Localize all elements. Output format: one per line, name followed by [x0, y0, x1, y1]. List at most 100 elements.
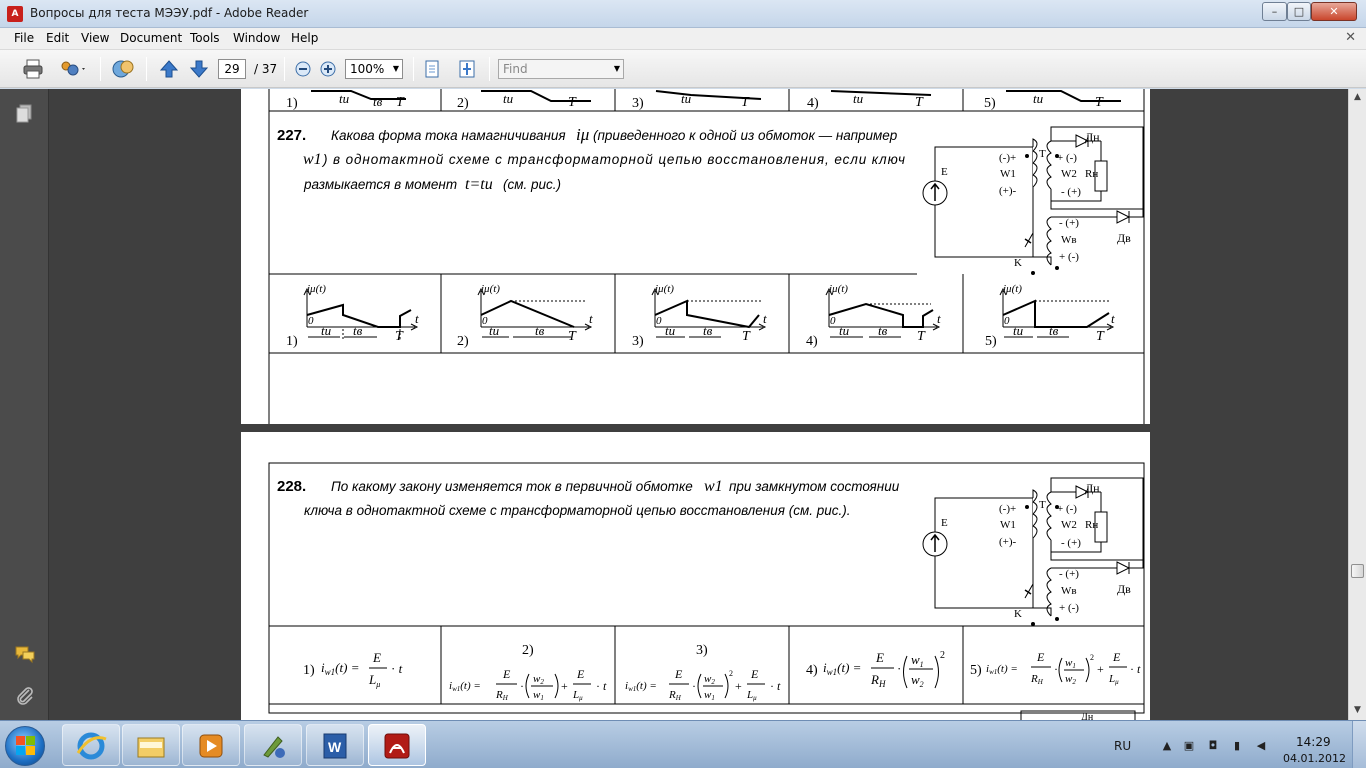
menu-edit[interactable]: Edit [46, 31, 69, 45]
start-button[interactable] [5, 726, 45, 766]
network-icon[interactable]: ▮ [1230, 739, 1244, 753]
graph5-ylabel: iμ(t) [1003, 283, 1022, 295]
zoom-select[interactable]: 100% ▼ [345, 59, 403, 79]
formula-1-den: Lμ [368, 672, 380, 689]
media-player-icon[interactable] [182, 724, 240, 766]
maximize-button[interactable]: □ [1287, 2, 1311, 21]
graph2-tu: tu [489, 323, 500, 338]
page-number-input[interactable]: 29 [218, 59, 246, 79]
svg-text:· t: · t [596, 679, 607, 693]
scroll-up-icon[interactable]: ▲ [1349, 89, 1366, 106]
word-icon[interactable]: W [306, 724, 364, 766]
scroll-thumb[interactable] [1351, 564, 1364, 578]
formula-1-t: · t [391, 661, 403, 676]
show-desktop-button[interactable] [1352, 721, 1366, 768]
zoom-out-icon[interactable] [292, 58, 314, 80]
svg-text:RH: RH [495, 689, 509, 702]
zoom-in-icon[interactable] [317, 58, 339, 80]
circuit-W1: W1 [1000, 168, 1016, 180]
circuit-w2-top: + (-) [1057, 152, 1077, 164]
find-placeholder: Find [503, 62, 528, 76]
pages-icon[interactable] [14, 103, 36, 125]
svg-text:E: E [576, 667, 585, 681]
action-center-icon[interactable]: ▣ [1182, 739, 1196, 753]
language-indicator[interactable]: RU [1114, 739, 1131, 753]
menu-view[interactable]: View [81, 31, 109, 45]
share-icon[interactable] [58, 58, 85, 80]
graph3-zero: 0 [656, 315, 662, 327]
menu-file[interactable]: File [14, 31, 34, 45]
q227-line1-b: (приведенного к одной из обмоток — напри… [593, 128, 898, 143]
print-icon[interactable] [22, 58, 44, 80]
svg-text:+: + [735, 679, 742, 693]
option-2-label: 2) [457, 334, 469, 349]
prev-tu-3: tu [681, 91, 692, 106]
window-title-bar[interactable]: A Вопросы для теста МЭЭУ.pdf - Adobe Rea… [0, 0, 1366, 28]
circuit-Rn: Rн [1085, 168, 1098, 180]
svg-text:w1: w1 [533, 689, 544, 702]
fit-page-icon[interactable] [456, 58, 478, 80]
graph5-tu: tu [1013, 323, 1024, 338]
question-227-number: 227. [277, 127, 306, 144]
circuit2-w2-top: + (-) [1057, 503, 1077, 515]
vertical-scrollbar[interactable]: ▲ ▼ [1348, 89, 1366, 720]
prev-tv-1: tв [373, 94, 383, 109]
page-total: / 37 [254, 62, 278, 76]
menu-window[interactable]: Window [233, 31, 280, 45]
svg-text:·: · [520, 679, 524, 693]
document-viewer[interactable]: 1) tu tв T 2) tu T 3) tu T 4) tu T 5) tu… [49, 89, 1348, 720]
file-explorer-icon[interactable] [122, 724, 180, 766]
scroll-down-icon[interactable]: ▼ [1349, 702, 1366, 719]
svg-text:W: W [328, 739, 342, 755]
menu-help[interactable]: Help [291, 31, 318, 45]
clock-time[interactable]: 14:29 [1296, 735, 1331, 749]
minimize-button[interactable]: – [1262, 2, 1287, 21]
attachments-icon[interactable] [14, 685, 36, 707]
close-button[interactable]: ✕ [1311, 2, 1357, 21]
formula-5: iw1(t) = [986, 663, 1018, 676]
clock-date[interactable]: 04.01.2012 [1283, 752, 1346, 765]
adobe-reader-taskbar-icon[interactable] [368, 724, 426, 766]
prev-tu-2: tu [503, 91, 514, 106]
answer-3-label: 3) [696, 643, 708, 658]
circuit-w1-top: (-)+ [999, 152, 1016, 164]
previous-page-icon[interactable] [158, 58, 180, 80]
svg-text:E: E [750, 667, 759, 681]
menu-document[interactable]: Document [120, 31, 182, 45]
comments-icon[interactable] [14, 643, 36, 665]
formula-1-num: E [372, 650, 381, 665]
svg-text:·: · [692, 679, 696, 693]
collaborate-icon[interactable] [112, 58, 134, 80]
svg-text:RH: RH [870, 672, 886, 689]
svg-text:w1: w1 [1065, 657, 1076, 670]
q228-line1-a: По какому закону изменяется ток в первич… [331, 479, 693, 494]
circuit2-W1: W1 [1000, 519, 1016, 531]
close-document-icon[interactable]: ✕ [1345, 30, 1356, 45]
q227-line3-b: (см. рис.) [503, 177, 561, 192]
paint-tools-icon[interactable] [244, 724, 302, 766]
menu-tools[interactable]: Tools [190, 31, 220, 45]
graph3-tu: tu [665, 323, 676, 338]
circuit-W2: W2 [1061, 168, 1077, 180]
circuit2-K: K [1014, 608, 1022, 620]
scrolling-mode-icon[interactable] [421, 58, 443, 80]
graph5-tv: tв [1049, 323, 1059, 338]
internet-explorer-icon[interactable] [62, 724, 120, 766]
device-icon[interactable]: ◘ [1206, 739, 1220, 753]
graph1-tu: tu [321, 323, 332, 338]
q227-line3-a: размыкается в момент [303, 177, 457, 192]
svg-text:E: E [674, 667, 683, 681]
circuit-K: K [1014, 257, 1022, 269]
find-input[interactable]: Find ▼ [498, 59, 624, 79]
svg-text:E: E [875, 650, 884, 665]
circuit-Wv: Wв [1061, 234, 1077, 246]
next-page-icon[interactable] [188, 58, 210, 80]
prev-tu-4: tu [853, 91, 864, 106]
graph5-t: t [1111, 311, 1115, 326]
graph3-t: t [763, 311, 767, 326]
circuit2-Rn: Rн [1085, 519, 1098, 531]
volume-icon[interactable]: ◀ [1254, 739, 1268, 753]
circuit-T: T [1039, 148, 1046, 160]
show-hidden-icons-icon[interactable]: ▲ [1160, 739, 1174, 753]
graph3-ylabel: iμ(t) [655, 283, 674, 295]
